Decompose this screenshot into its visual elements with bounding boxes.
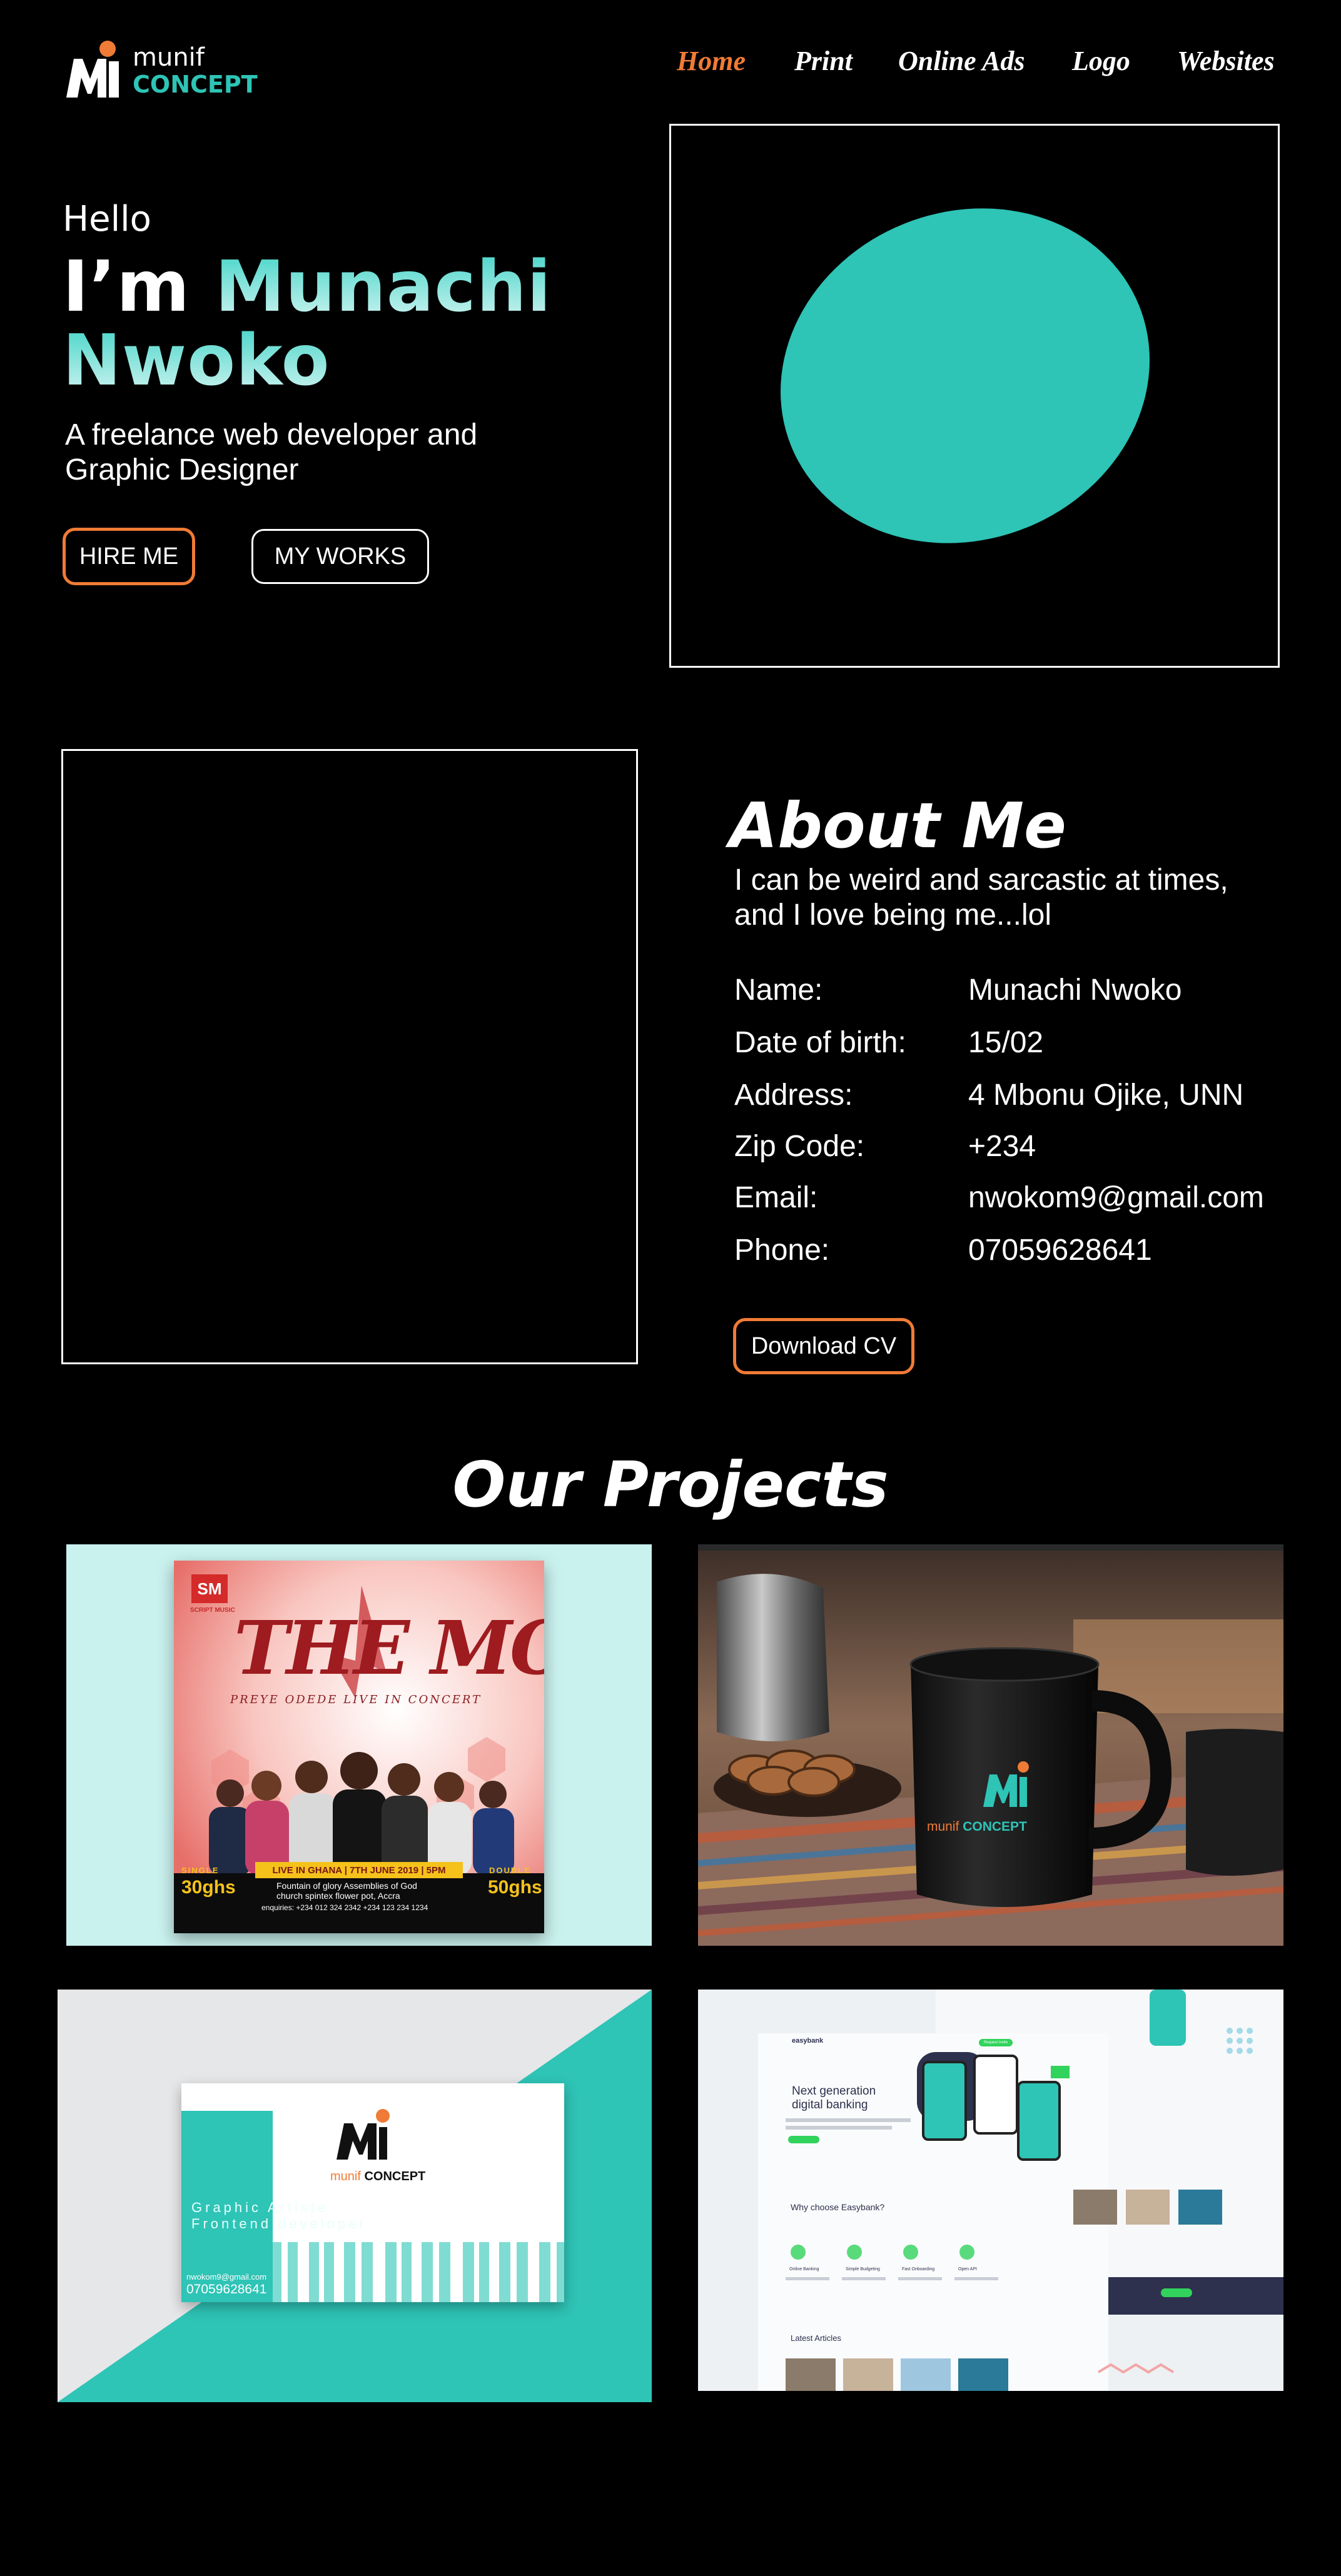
poster-single-price: 30ghs — [181, 1877, 236, 1898]
brand-wordmark[interactable]: munif CONCEPT — [133, 45, 258, 96]
project-card-poster[interactable]: SM SCRIPT MUSIC THE MOVE PREYE ODEDE LIV… — [66, 1544, 652, 1946]
nav-print[interactable]: Print — [794, 45, 853, 83]
info-value-address: 4 Mbonu Ojike, UNN — [968, 1079, 1244, 1112]
brand-logo-mark[interactable] — [63, 40, 125, 103]
hero-last-name: Nwoko — [63, 320, 330, 401]
info-label-email: Email: — [734, 1181, 818, 1214]
hero-name-prefix: I’m — [63, 246, 190, 328]
website-mockup-bg — [698, 1990, 1283, 2391]
hire-me-button[interactable]: HIRE ME — [63, 528, 195, 585]
hero-first-name: Munachi — [215, 246, 552, 328]
card-role2: Frontend developer — [191, 2216, 367, 2231]
brand-name-line2: CONCEPT — [133, 71, 258, 98]
card-brand-line1: munif — [330, 2170, 361, 2183]
info-label-zip: Zip Code: — [734, 1130, 865, 1163]
poster-artwork: SM SCRIPT MUSIC THE MOVE PREYE ODEDE LIV… — [174, 1561, 544, 1933]
info-value-name: Munachi Nwoko — [968, 974, 1182, 1007]
nav-websites[interactable]: Websites — [1177, 45, 1275, 83]
site-headline: Next generation digital banking — [792, 2085, 876, 2111]
info-label-address: Address: — [734, 1079, 853, 1112]
nav-home[interactable]: Home — [677, 45, 746, 83]
info-value-zip: +234 — [968, 1130, 1036, 1163]
hero-image-frame — [669, 124, 1280, 668]
mug-brand-line1: munif — [927, 1819, 959, 1834]
poster-double-label: DOUBLE — [489, 1866, 531, 1875]
card-brand: munif CONCEPT — [330, 2170, 425, 2184]
site-latest: Latest Articles — [791, 2333, 841, 2343]
poster-enquiries: enquiries: +234 012 324 2342 +234 123 23… — [261, 1903, 428, 1912]
site-why: Why choose Easybank? — [791, 2202, 885, 2212]
poster-single-label: SINGLE — [181, 1866, 220, 1875]
nav-logo[interactable]: Logo — [1072, 45, 1130, 83]
info-label-name: Name: — [734, 974, 823, 1007]
card-logo-mark — [337, 2109, 390, 2160]
download-cv-button[interactable]: Download CV — [733, 1318, 914, 1374]
project-card-business-card[interactable]: munif CONCEPT Graphic Artiste Frontend d… — [58, 1990, 652, 2402]
mug-photo — [698, 1544, 1283, 1946]
poster-headline: THE MOVE — [234, 1604, 544, 1691]
project-card-website[interactable]: easybank Request Invite Next generation … — [698, 1990, 1283, 2391]
mug-brand-line2: CONCEPT — [963, 1819, 1027, 1834]
site-feature-4: Open API — [958, 2267, 977, 2272]
info-label-phone: Phone: — [734, 1234, 830, 1267]
hero-name: I’m Munachi Nwoko — [63, 250, 552, 398]
projects-title: Our Projects — [452, 1448, 889, 1521]
about-photo-frame — [61, 749, 638, 1364]
info-value-email[interactable]: nwokom9@gmail.com — [968, 1180, 1264, 1215]
about-title: About Me — [729, 789, 1066, 862]
poster-badge: SM — [191, 1574, 228, 1603]
poster-double-price: 50ghs — [488, 1877, 542, 1898]
poster-banner: LIVE IN GHANA | 7TH JUNE 2019 | 5PM — [272, 1864, 446, 1876]
site-feature-2: Simple Budgeting — [846, 2267, 880, 2272]
nav-online-ads[interactable]: Online Ads — [898, 45, 1025, 83]
poster-subhead: PREYE ODEDE LIVE IN CONCERT — [230, 1693, 482, 1706]
info-label-dob: Date of birth: — [734, 1026, 906, 1059]
my-works-button[interactable]: MY WORKS — [251, 529, 429, 584]
card-brand-line2: CONCEPT — [364, 2170, 426, 2183]
site-cta: Request Invite — [979, 2039, 1013, 2046]
project-card-mug[interactable]: munif CONCEPT — [698, 1544, 1283, 1946]
hero-greeting: Hello — [63, 199, 151, 239]
about-description: I can be weird and sarcastic at times, a… — [734, 863, 1228, 932]
hero-tagline: A freelance web developer and Graphic De… — [65, 418, 478, 486]
site-feature-3: Fast Onboarding — [902, 2267, 935, 2272]
site-feature-1: Online Banking — [789, 2267, 819, 2272]
mug-brand: munif CONCEPT — [927, 1819, 1027, 1834]
card-phone: 07059628641 — [186, 2282, 267, 2297]
card-stripes — [273, 2109, 564, 2302]
site-logo: easybank — [792, 2037, 824, 2045]
poster-venue: Fountain of glory Assemblies of God chur… — [276, 1881, 417, 1901]
poster-badge-sub: SCRIPT MUSIC — [190, 1607, 235, 1614]
info-value-phone[interactable]: 07059628641 — [968, 1233, 1152, 1267]
business-card: munif CONCEPT Graphic Artiste Frontend d… — [181, 2083, 564, 2302]
card-role1: Graphic Artiste — [191, 2200, 329, 2215]
info-value-dob: 15/02 — [968, 1026, 1044, 1059]
card-email: nwokom9@gmail.com — [186, 2272, 267, 2282]
brand-name-line1: munif — [133, 43, 205, 72]
hero-blob-shape — [781, 208, 1150, 543]
